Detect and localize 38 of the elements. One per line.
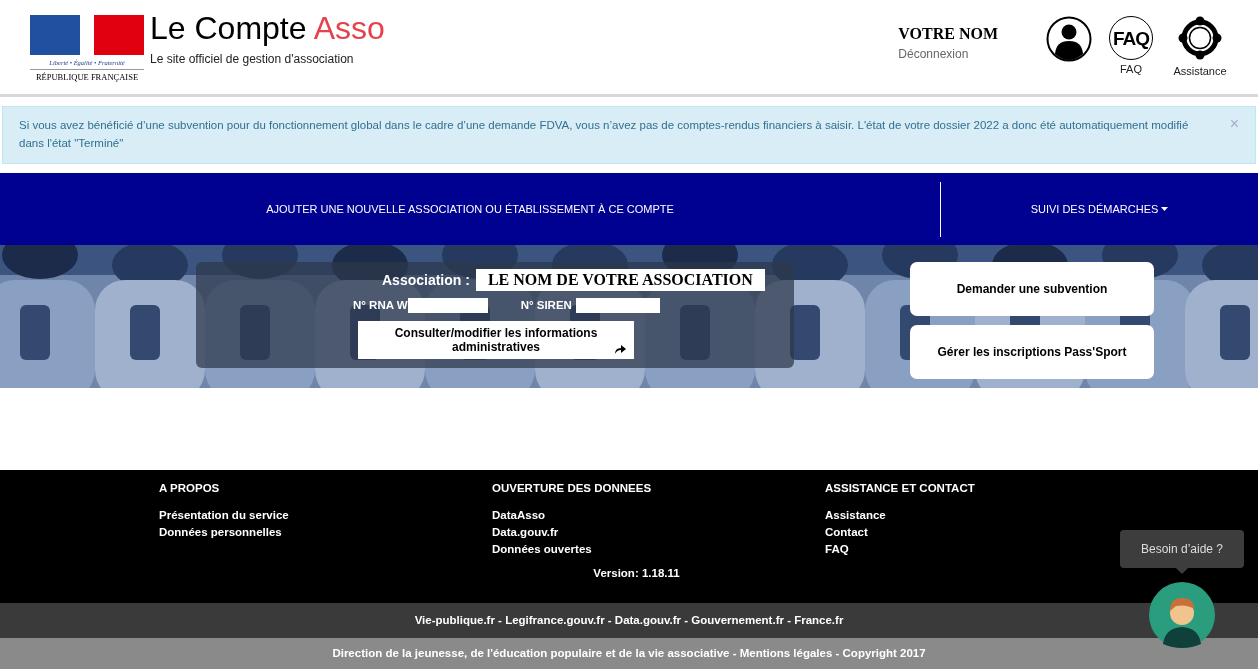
site-title-accent: Asso — [313, 10, 385, 46]
help-avatar-icon[interactable] — [1149, 582, 1215, 648]
footer-link[interactable]: Présentation du service — [159, 507, 289, 524]
lifebuoy-icon[interactable] — [1178, 16, 1222, 60]
footer-link[interactable]: DataAsso — [492, 507, 546, 524]
share-arrow-icon — [614, 344, 626, 355]
nav-link[interactable]: AJOUTER UNE NOUVELLE ASSOCIATION OU ÉTABLISSEMENT À CE COMPTE — [266, 200, 674, 218]
footer-heading: OUVERTURE DES DONNEES — [492, 481, 653, 495]
assistance-label[interactable]: Assistance — [1173, 63, 1227, 80]
footer-heading: A PROPOS — [159, 481, 221, 495]
siren-label: N° SIREN — [520, 298, 572, 313]
rna-label: N° RNA W — [353, 298, 408, 313]
footer-link[interactable]: FAQ — [825, 541, 849, 558]
credits-text: Direction de la jeunesse, de l'éducation populaire et de la vie associative - Mentions légales - Copyright 2017 — [332, 645, 926, 661]
gov-links[interactable]: Vie-publique.fr - Legifrance.gouv.fr - Data.gouv.fr - Gouvernement.fr - France.fr — [414, 611, 844, 630]
association-label: Association : — [382, 270, 470, 290]
footer-link[interactable]: Data.gouv.fr — [492, 524, 559, 541]
action-button[interactable]: Demander une subvention — [910, 262, 1154, 316]
association-name: LE NOM DE VOTRE ASSOCIATION — [475, 269, 765, 291]
site-subtitle: Le site officiel de gestion d'association — [150, 51, 355, 68]
site-title: Le Compte — [150, 10, 307, 46]
footer-link[interactable]: Données ouvertes — [492, 541, 592, 558]
flag-icon — [30, 15, 144, 55]
help-tooltip-text: Besoin d’aide ? — [1140, 541, 1224, 558]
user-icon[interactable] — [1046, 16, 1092, 62]
nav-link[interactable]: SUIVI DES DÉMARCHES — [1030, 200, 1169, 218]
user-name: VOTRE NOM — [898, 25, 998, 43]
logout-link[interactable]: Déconnexion — [898, 45, 998, 63]
alert-message: Si vous avez bénéficié d’une subvention pour du fonctionnement global dans le cadre d’une demande FDVA, vous n’avez pas de comptes-rendus financiers à saisir. L'état de votre dossier 2022 a donc été automatiquement modifié dans l'état "Terminé" — [19, 118, 1190, 151]
footer-heading: ASSISTANCE ET CONTACT — [825, 481, 976, 495]
info-button[interactable]: Consulter/modifier les informations administratives — [358, 321, 634, 360]
version-text: Version: 1.18.11 — [593, 566, 680, 581]
action-button[interactable]: Gérer les inscriptions Pass'Sport — [910, 325, 1154, 379]
footer-link[interactable]: Données personnelles — [159, 524, 282, 541]
faq-label[interactable]: FAQ — [1120, 61, 1142, 78]
footer-link[interactable]: Assistance — [825, 507, 886, 524]
country-text: RÉPUBLIQUE FRANÇAISE — [30, 68, 144, 84]
footer-link[interactable]: Contact — [825, 524, 868, 541]
